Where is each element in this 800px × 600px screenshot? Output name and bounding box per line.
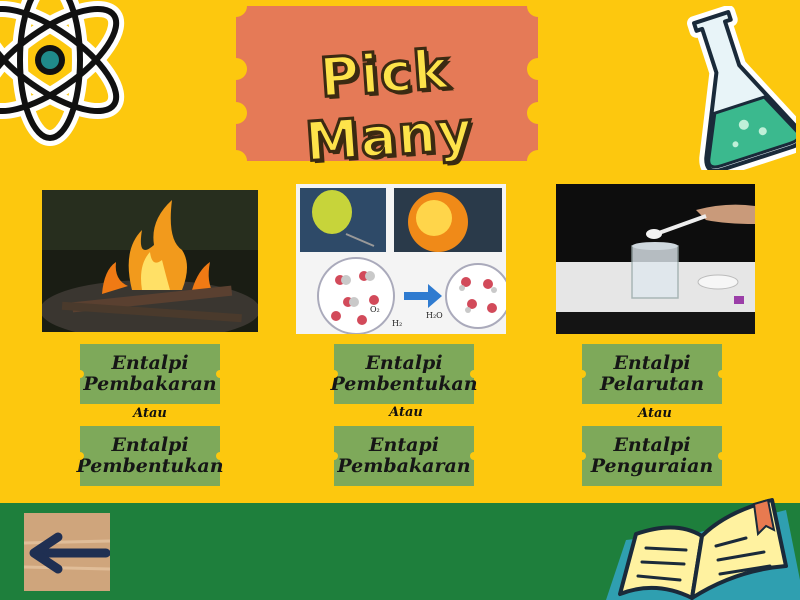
option-line2: Pelarutan: [599, 373, 705, 395]
flask-icon: [687, 6, 796, 170]
atau-label: Atau: [389, 405, 423, 420]
o2-label: O₂: [370, 305, 380, 314]
page-title: Pick Many: [302, 36, 477, 175]
h2-label: H₂: [392, 319, 402, 328]
back-arrow-icon: [23, 532, 111, 574]
option-line1: Entalpi: [111, 352, 189, 374]
option-line2: Pembakaran: [337, 455, 471, 477]
option-line1: Entalpi: [613, 352, 691, 374]
title-banner: Pick Many: [225, 0, 549, 175]
atau-label: Atau: [638, 406, 672, 421]
option-line1: Entalpi: [613, 434, 691, 456]
option-line1: Entapi: [369, 434, 439, 456]
back-button[interactable]: [23, 513, 111, 591]
option-line2: Pembakaran: [83, 373, 217, 395]
option-entalpi-pelarutan[interactable]: Entalpi Pelarutan: [578, 344, 726, 404]
book-icon: [606, 498, 800, 600]
h2o-label: H₂O: [426, 311, 443, 320]
option-line1: Entalpi: [111, 434, 189, 456]
option-entalpi-pembentukan-2[interactable]: Entalpi Pembentukan: [330, 344, 478, 404]
option-entapi-pembakaran-2[interactable]: Entapi Pembakaran: [330, 426, 478, 486]
atau-label: Atau: [133, 406, 167, 421]
option-line2: Pembentukan: [76, 455, 224, 477]
option-line1: Entalpi: [365, 352, 443, 374]
balloon-molecules-image: O₂ H₂ H₂O: [296, 184, 506, 334]
option-entalpi-pembentukan-1[interactable]: Entalpi Pembentukan: [76, 426, 224, 486]
option-line2: Pembentukan: [330, 373, 478, 395]
option-entalpi-pembakaran-1[interactable]: Entalpi Pembakaran: [76, 344, 224, 404]
atom-icon: [0, 0, 125, 146]
fire-image: [42, 190, 258, 332]
dissolving-image: [556, 184, 755, 334]
